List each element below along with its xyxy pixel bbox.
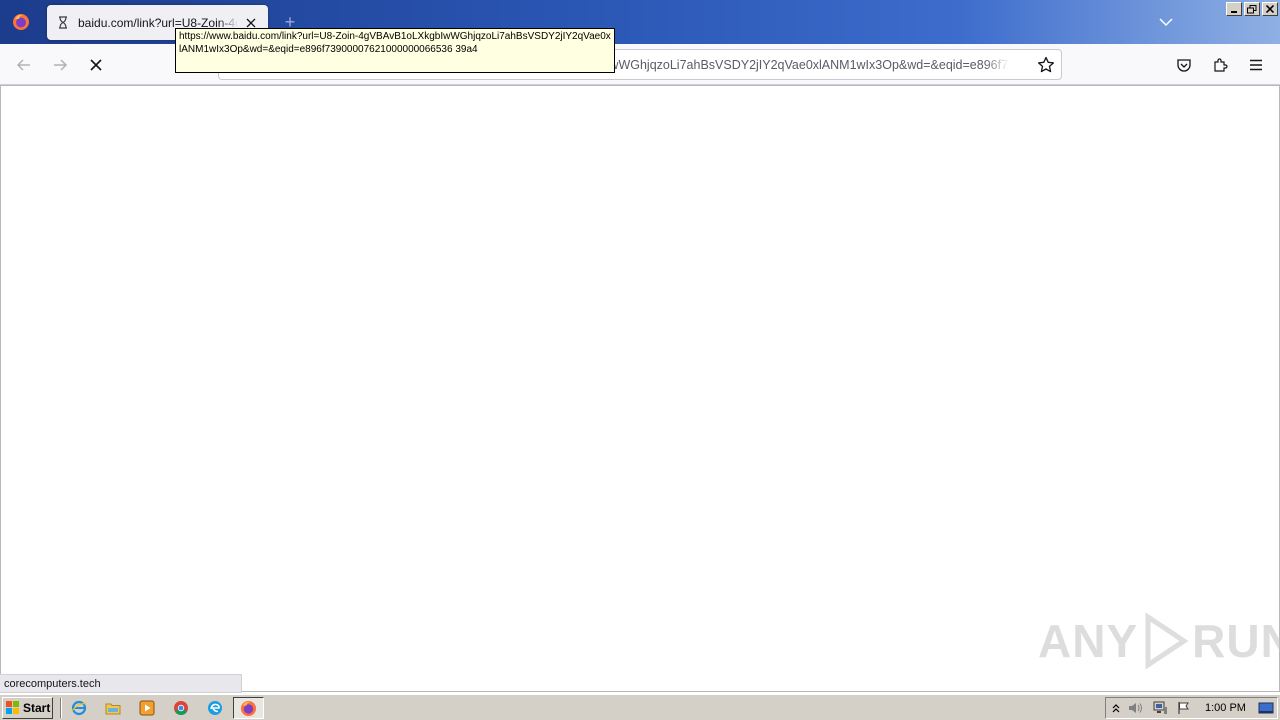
window-controls: [1226, 2, 1278, 16]
start-button[interactable]: Start: [2, 697, 53, 719]
forward-arrow-icon[interactable]: [47, 52, 73, 78]
pocket-icon[interactable]: [1171, 52, 1197, 78]
start-label: Start: [23, 701, 51, 715]
taskbar-separator: [60, 698, 62, 718]
network-icon[interactable]: [1152, 700, 1168, 716]
stop-loading-icon[interactable]: [83, 52, 109, 78]
close-window-button[interactable]: [1262, 2, 1278, 16]
edge-icon[interactable]: [204, 698, 226, 718]
watermark-right-text: RUN: [1192, 615, 1280, 667]
clock[interactable]: 1:00 PM: [1205, 702, 1246, 714]
anyrun-watermark: ANY RUN: [1038, 606, 1280, 676]
url-text: bIwWGhjqzoLi7ahBsVSDY2jIY2qVae0xlANM1wIx…: [599, 58, 1009, 72]
file-explorer-icon[interactable]: [102, 698, 124, 718]
show-desktop-icon[interactable]: [1258, 700, 1274, 716]
firefox-taskbar-button[interactable]: [233, 697, 264, 719]
page-content[interactable]: [0, 85, 1280, 692]
minimize-button[interactable]: [1226, 2, 1242, 16]
link-tooltip: https://www.baidu.com/link?url=U8-Zoin-4…: [175, 28, 615, 73]
taskbar: Start 1:00 PM: [0, 694, 1280, 720]
chevron-down-icon[interactable]: [1157, 13, 1175, 31]
chrome-icon[interactable]: [170, 698, 192, 718]
media-player-icon[interactable]: [136, 698, 158, 718]
extensions-icon[interactable]: [1207, 52, 1233, 78]
hamburger-menu-icon[interactable]: [1243, 52, 1269, 78]
show-hidden-icons-icon[interactable]: [1108, 700, 1124, 716]
play-icon: [1138, 611, 1192, 671]
system-tray: 1:00 PM: [1105, 697, 1278, 719]
bookmark-star-icon[interactable]: [1037, 56, 1055, 74]
internet-explorer-icon[interactable]: [68, 698, 90, 718]
restore-button[interactable]: [1244, 2, 1260, 16]
hourglass-icon: [56, 16, 70, 30]
windows-logo-icon: [6, 701, 19, 714]
back-arrow-icon[interactable]: [11, 52, 37, 78]
action-center-flag-icon[interactable]: [1176, 700, 1192, 716]
volume-icon[interactable]: [1128, 700, 1144, 716]
status-panel: corecomputers.tech: [0, 674, 242, 693]
firefox-logo-icon[interactable]: [0, 0, 42, 44]
watermark-left-text: ANY: [1038, 615, 1139, 667]
